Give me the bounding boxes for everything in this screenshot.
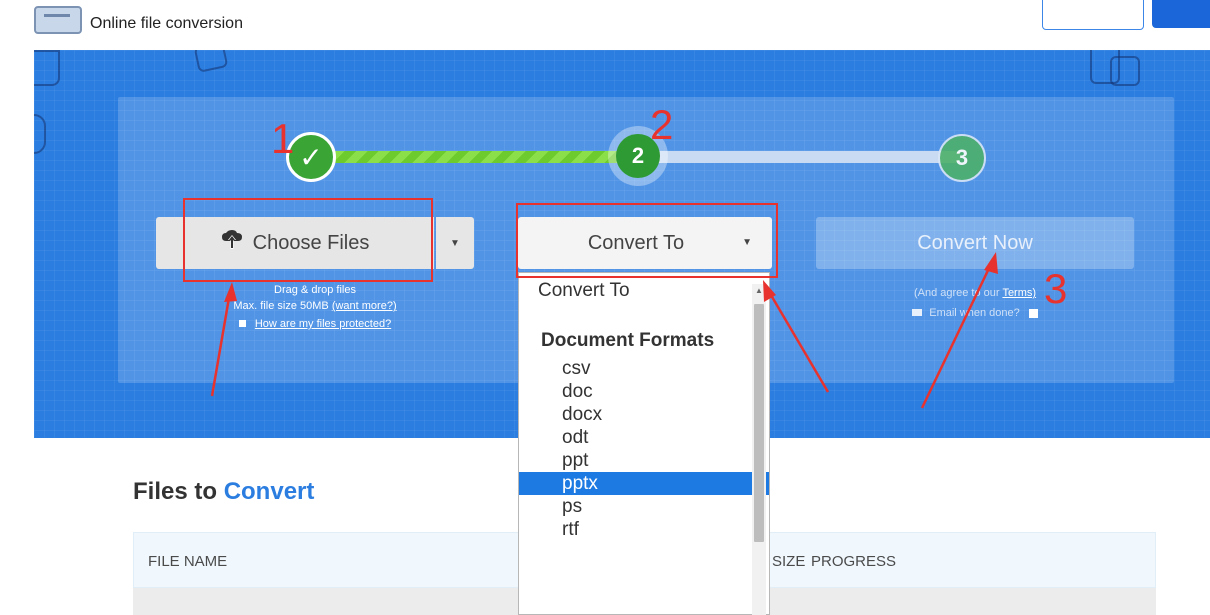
- email-checkbox[interactable]: [1028, 308, 1038, 318]
- annotation-box-choose: [183, 198, 433, 282]
- max-size-text: Max. file size 50MB: [233, 300, 329, 312]
- agree-line: (And agree to our Terms): [816, 285, 1134, 301]
- convert-info: (And agree to our Terms) Email when done…: [816, 285, 1134, 321]
- dropdown-option-odt[interactable]: odt: [519, 426, 769, 449]
- dropdown-scrollbar[interactable]: ▲: [752, 284, 766, 615]
- site-logo-icon[interactable]: [34, 6, 82, 34]
- want-more-link[interactable]: (want more?): [332, 300, 397, 312]
- choose-source-dropdown-button[interactable]: ▼: [436, 217, 474, 269]
- files-title-accent: Convert: [223, 478, 315, 505]
- dropdown-option-rtf[interactable]: rtf: [519, 518, 769, 541]
- envelope-icon: [912, 309, 923, 316]
- dropdown-option-pptx[interactable]: pptx: [519, 472, 769, 495]
- protected-line: How are my files protected?: [156, 316, 474, 332]
- annotation-box-convert-to: [516, 203, 778, 278]
- dropdown-option-docx[interactable]: docx: [519, 403, 769, 426]
- document-doodle-icon-2: [1110, 56, 1140, 86]
- annotation-number-1: 1: [271, 115, 295, 162]
- video-doodle-icon: [34, 50, 60, 86]
- convert-to-dropdown-list[interactable]: Convert To Document Formats csv doc docx…: [518, 272, 770, 615]
- files-protected-link[interactable]: How are my files protected?: [255, 318, 391, 330]
- agree-text: (And agree to our: [913, 287, 1000, 299]
- files-title-prefix: Files to: [133, 478, 218, 505]
- image-doodle-icon: [193, 50, 229, 73]
- dropdown-option-csv[interactable]: csv: [519, 357, 769, 380]
- drag-drop-text: Drag & drop files: [274, 284, 356, 296]
- convert-now-button[interactable]: Convert Now: [816, 217, 1134, 269]
- lock-icon: [238, 320, 246, 327]
- max-size-line: Max. file size 50MB (want more?): [156, 298, 474, 314]
- dropdown-group-document-formats: Document Formats: [541, 330, 715, 351]
- top-header: Online file conversion: [0, 0, 1210, 50]
- caret-down-icon: ▼: [450, 237, 460, 249]
- email-line: Email when done?: [816, 305, 1134, 321]
- progress-track-complete: [311, 151, 641, 163]
- column-size: SIZE: [772, 553, 806, 570]
- scroll-up-arrow-icon[interactable]: ▲: [755, 286, 763, 295]
- terms-link[interactable]: Terms): [1002, 287, 1036, 299]
- dropdown-option-convert-to[interactable]: Convert To: [519, 279, 769, 302]
- header-signup-button[interactable]: [1152, 0, 1210, 28]
- dropdown-option-doc[interactable]: doc: [519, 380, 769, 403]
- annotation-number-3: 3: [1044, 265, 1068, 312]
- upload-info: Drag & drop files Max. file size 50MB (w…: [156, 282, 474, 332]
- column-progress: PROGRESS: [811, 553, 897, 570]
- email-when-done-text: Email when done?: [929, 307, 1020, 319]
- dropdown-option-ps[interactable]: ps: [519, 495, 769, 518]
- files-to-convert-heading: Files to Convert: [133, 478, 314, 506]
- step-3-indicator: 3: [938, 134, 986, 182]
- progress-track-pending: [641, 151, 961, 163]
- annotation-number-2: 2: [650, 101, 674, 148]
- site-tagline: Online file conversion: [90, 15, 243, 32]
- music-doodle-icon: [34, 114, 46, 154]
- header-login-button[interactable]: [1042, 0, 1144, 30]
- dropdown-option-ppt[interactable]: ppt: [519, 449, 769, 472]
- column-file-name: FILE NAME: [148, 553, 228, 570]
- scrollbar-thumb[interactable]: [754, 304, 764, 542]
